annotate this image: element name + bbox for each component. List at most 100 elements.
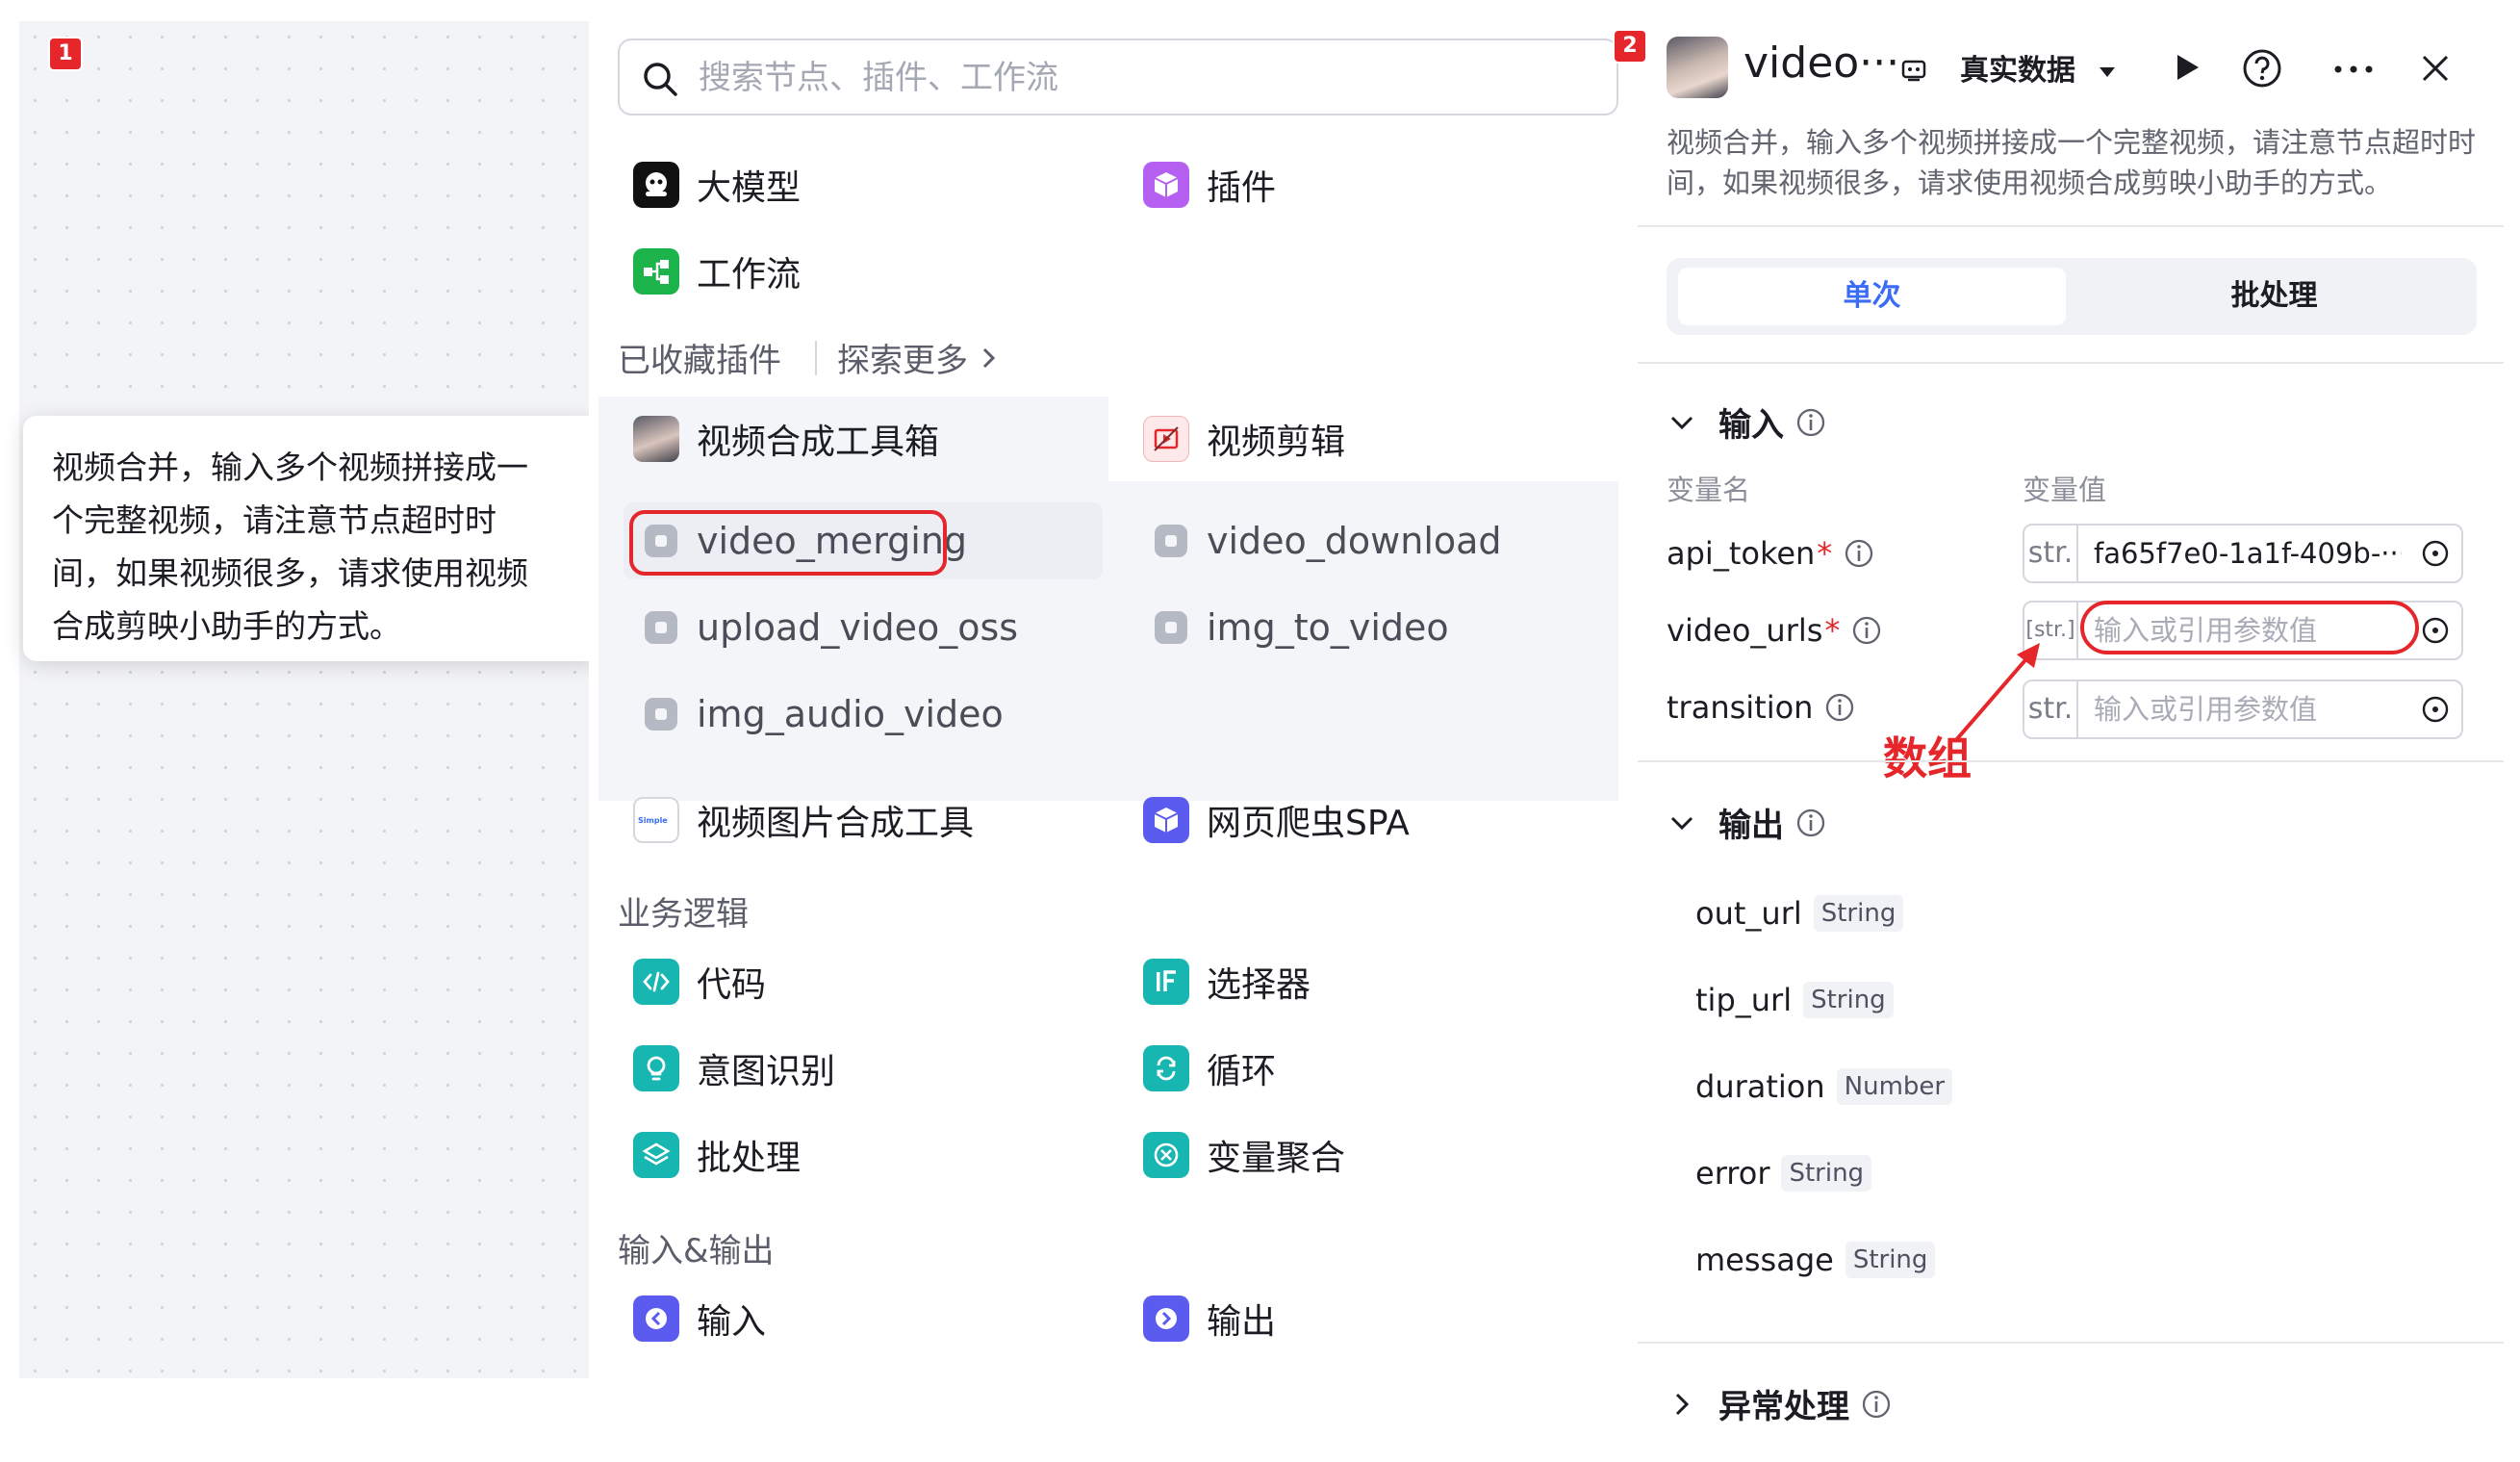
node-item-workflow[interactable]: 工作流	[633, 241, 801, 302]
node-item-intent[interactable]: 意图识别	[633, 1038, 835, 1099]
annotation-highlight-oval	[2080, 601, 2419, 654]
chevron-down-icon	[1670, 816, 1693, 830]
node-item-label: 大模型	[697, 168, 802, 208]
info-icon[interactable]	[1824, 692, 1855, 723]
reference-variable-icon[interactable]	[2421, 616, 2450, 645]
var-name-label: video_urls	[1667, 612, 1823, 649]
node-item-label: 输出	[1207, 1302, 1277, 1342]
plugin-tab-video-toolbox-content[interactable]: 视频合成工具箱	[633, 408, 939, 470]
node-item-output[interactable]: 输出	[1143, 1288, 1276, 1349]
output-name: message	[1695, 1242, 1834, 1278]
real-data-label: 真实数据	[1960, 54, 2075, 88]
output-section-header[interactable]: 输出	[1667, 799, 1826, 846]
node-title[interactable]: video···	[1744, 38, 1899, 88]
tool-video-download[interactable]: video_download	[1155, 510, 1502, 572]
chevron-down-icon	[1670, 416, 1693, 429]
output-row: out_url String	[1695, 895, 1904, 932]
search-input[interactable]	[699, 50, 1593, 106]
column-variable-value: 变量值	[2023, 474, 2107, 506]
info-icon[interactable]	[1851, 615, 1882, 646]
plugin-tab-video-edit-content[interactable]: 视频剪辑	[1143, 408, 1345, 470]
node-item-label: 插件	[1207, 168, 1277, 208]
real-data-dropdown[interactable]: 真实数据	[1960, 46, 2118, 89]
info-icon[interactable]	[1844, 538, 1874, 569]
explore-more-link[interactable]: 探索更多	[837, 334, 1001, 381]
tool-img-to-video[interactable]: img_to_video	[1155, 597, 1449, 658]
node-item-selector[interactable]: 选择器	[1143, 951, 1311, 1013]
close-icon[interactable]	[2419, 52, 2452, 85]
reference-variable-icon[interactable]	[2421, 695, 2450, 724]
column-variable-name: 变量名	[1667, 474, 1751, 506]
info-icon[interactable]	[1795, 407, 1826, 438]
if-icon	[1143, 959, 1189, 1005]
help-icon[interactable]	[2242, 48, 2282, 89]
run-play-icon[interactable]	[2169, 50, 2203, 85]
node-item-label: 工作流	[697, 255, 802, 295]
node-item-input[interactable]: 输入	[633, 1288, 766, 1349]
loop-icon	[1143, 1045, 1189, 1091]
node-item-code[interactable]: 代码	[633, 951, 766, 1013]
layers-icon	[633, 1132, 679, 1178]
output-name: out_url	[1695, 895, 1802, 932]
divider	[1638, 760, 2504, 762]
plugin-item-label: 视频图片合成工具	[697, 804, 975, 843]
tab-single[interactable]: 单次	[1678, 268, 2066, 325]
chevron-right-icon	[1675, 1393, 1690, 1415]
exception-section-header[interactable]: 异常处理	[1667, 1380, 1892, 1427]
tooltip-line: 个完整视频，请注意节点超时时	[52, 501, 496, 539]
divider	[1638, 1342, 2504, 1344]
search-box[interactable]	[618, 38, 1618, 115]
divider	[1638, 225, 2504, 227]
tool-img-audio-video[interactable]: img_audio_video	[645, 683, 1004, 745]
node-item-label: 代码	[697, 965, 767, 1005]
plugin-item-web-crawler[interactable]: 网页爬虫SPA	[1143, 789, 1410, 851]
node-description: 视频合并，输入多个视频拼接成一个完整视频，请注意节点超时时间，如果视频很多，请求…	[1667, 126, 2477, 199]
node-item-plugin[interactable]: 插件	[1143, 154, 1276, 216]
input-value-text[interactable]: fa65f7e0-1a1f-409b-···	[2094, 526, 2402, 581]
node-picker-panel: 大模型 插件 工作流 已收藏插件 探索更多 视频合成工具箱 视频剪辑 video…	[589, 21, 1618, 1378]
svg-text:Simple: Simple	[638, 816, 668, 825]
info-icon[interactable]	[1861, 1389, 1892, 1420]
tool-label: upload_video_oss	[697, 606, 1019, 649]
plugin-cube-icon	[1143, 797, 1189, 843]
output-row: error String	[1695, 1155, 1872, 1192]
input-placeholder-text[interactable]: 输入或引用参数值	[2094, 681, 2402, 737]
input-value-api-token[interactable]: str. fa65f7e0-1a1f-409b-···	[2023, 524, 2463, 583]
node-item-variable-aggregate[interactable]: 变量聚合	[1143, 1124, 1345, 1186]
output-row: duration Number	[1695, 1068, 1953, 1105]
output-row: message String	[1695, 1242, 1936, 1278]
input-section-header[interactable]: 输入	[1667, 398, 1826, 446]
node-item-loop[interactable]: 循环	[1143, 1038, 1276, 1099]
info-icon[interactable]	[1795, 808, 1826, 838]
mode-switch: 单次 批处理	[1667, 258, 2477, 335]
input-value-transition[interactable]: str. 输入或引用参数值	[2023, 680, 2463, 739]
plugin-tool-icon	[645, 611, 677, 644]
node-item-label: 变量聚合	[1207, 1139, 1346, 1178]
io-title: 输入&输出	[618, 1232, 775, 1270]
input-name-api-token: api_token *	[1667, 535, 1874, 572]
reference-variable-icon[interactable]	[2421, 539, 2450, 568]
simple-logo-icon: Simple	[633, 797, 679, 843]
tool-upload-video-oss[interactable]: upload_video_oss	[645, 597, 1018, 658]
debug-icon[interactable]	[1899, 56, 1928, 85]
plugin-description-tooltip: 视频合并，输入多个视频拼接成一 个完整视频，请注意节点超时时 间，如果视频很多，…	[23, 416, 600, 661]
tooltip-line: 视频合并，输入多个视频拼接成一	[52, 449, 528, 486]
divider	[1638, 362, 2504, 364]
node-item-label: 输入	[697, 1302, 767, 1342]
node-config-panel: video··· 真实数据 视频合并，输入多个视频拼接成一个完整视频，请注意节点…	[1618, 21, 2504, 1446]
tooltip-line: 合成剪映小助手的方式。	[52, 607, 401, 645]
tab-batch[interactable]: 批处理	[2080, 268, 2468, 325]
workflow-canvas[interactable]	[19, 21, 601, 1378]
node-item-llm[interactable]: 大模型	[633, 154, 801, 216]
node-item-label: 批处理	[697, 1139, 802, 1178]
step-badge-2: 2	[1615, 31, 1645, 62]
tool-label: img_audio_video	[697, 693, 1004, 735]
plugin-tool-icon	[1155, 611, 1187, 644]
input-name-video-urls: video_urls *	[1667, 612, 1882, 649]
node-item-batch[interactable]: 批处理	[633, 1124, 801, 1186]
divider	[815, 341, 817, 375]
video-toolbox-avatar-icon	[633, 416, 679, 462]
more-icon[interactable]	[2332, 64, 2375, 75]
code-icon	[633, 959, 679, 1005]
plugin-item-video-image-tool[interactable]: Simple 视频图片合成工具	[633, 789, 974, 851]
